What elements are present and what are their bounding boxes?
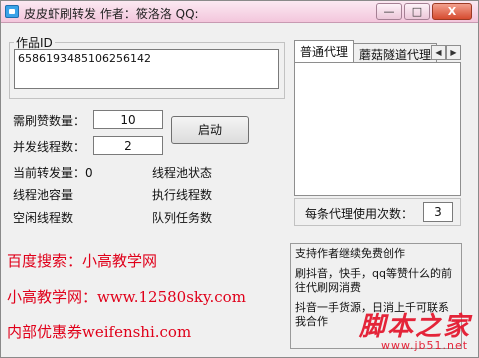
works-id-input[interactable]: 6586193485106256142 bbox=[14, 49, 279, 89]
tab-mogu-tunnel-proxy[interactable]: 蘑菇隧道代理 bbox=[353, 43, 438, 62]
ad-line-coupon: 内部优惠券weifenshi.com bbox=[7, 323, 192, 341]
info-textbox[interactable]: 支持作者继续免费创作 刷抖音，快手，qq等赞什么的前往代刷网消费 抖音一手货源，… bbox=[290, 243, 462, 349]
threads-label: 并发线程数： bbox=[13, 140, 86, 154]
per-proxy-input[interactable]: 3 bbox=[423, 202, 453, 222]
ad-line-website: 小高教学网：www.12580sky.com bbox=[7, 288, 246, 306]
app-icon bbox=[5, 5, 19, 18]
title-bar[interactable]: 皮皮虾刷转发 作者：筱洛洛 QQ: — □ X bbox=[1, 1, 478, 23]
window-title: 皮皮虾刷转发 作者：筱洛洛 QQ: bbox=[24, 7, 199, 21]
required-count-input[interactable]: 10 bbox=[93, 110, 163, 129]
pool-status-label: 线程池状态 bbox=[152, 166, 213, 180]
executing-threads-label: 执行线程数 bbox=[152, 188, 213, 202]
tab-scroll-arrows: ◀ ▶ bbox=[431, 45, 461, 60]
info-line-promo: 刷抖音，快手，qq等赞什么的前往代刷网消费 bbox=[295, 267, 452, 294]
queue-tasks-label: 队列任务数 bbox=[152, 211, 213, 225]
tab-scroll-left-icon[interactable]: ◀ bbox=[431, 45, 446, 60]
ad-line-baidu: 百度搜索：小高教学网 bbox=[7, 252, 158, 270]
tab-normal-proxy[interactable]: 普通代理 bbox=[294, 40, 355, 62]
threads-input[interactable]: 2 bbox=[93, 136, 163, 155]
maximize-button[interactable]: □ bbox=[404, 3, 430, 20]
window-controls: — □ X bbox=[376, 3, 472, 20]
info-line-contact: 抖音一手货源，日消上千可联系我合作 bbox=[295, 301, 449, 328]
required-count-label: 需刷赞数量： bbox=[13, 114, 86, 128]
info-line-support: 支持作者继续免费创作 bbox=[295, 247, 405, 260]
start-button[interactable]: 启动 bbox=[171, 116, 249, 144]
tab-scroll-right-icon[interactable]: ▶ bbox=[446, 45, 461, 60]
pool-capacity-label: 线程池容量 bbox=[13, 188, 74, 202]
main-window: 皮皮虾刷转发 作者：筱洛洛 QQ: — □ X 作品ID 65861934851… bbox=[0, 0, 479, 358]
proxy-tabs: 普通代理 蘑菇隧道代理 bbox=[294, 40, 438, 62]
current-forward-label: 当前转发量：0 bbox=[13, 166, 93, 180]
minimize-button[interactable]: — bbox=[376, 3, 402, 20]
close-button[interactable]: X bbox=[432, 3, 472, 20]
proxy-list-panel[interactable] bbox=[294, 62, 461, 196]
per-proxy-label: 每条代理使用次数： bbox=[305, 207, 414, 221]
idle-threads-label: 空闲线程数 bbox=[13, 211, 74, 225]
